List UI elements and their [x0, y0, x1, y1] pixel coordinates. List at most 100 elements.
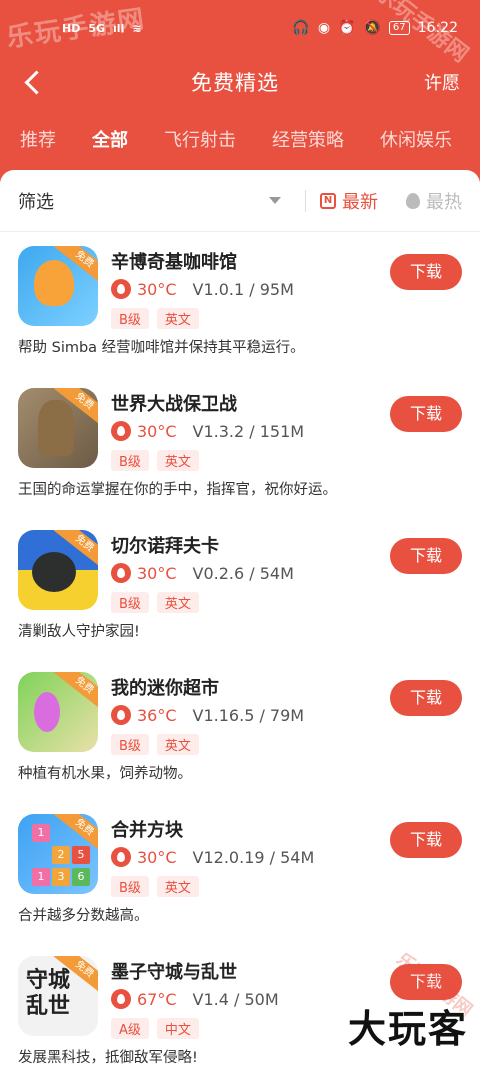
flame-icon [111, 847, 131, 867]
game-version: V1.4 / 50M [192, 989, 279, 1009]
watermark-bottom: 大玩客 [347, 1007, 468, 1051]
language-tag: 英文 [156, 308, 199, 329]
merge-cell: 5 [72, 846, 90, 864]
game-icon[interactable]: 1 2 5 1 3 6 免费 [18, 814, 98, 894]
game-icon[interactable]: 免费 [18, 388, 98, 468]
game-meta: 30°C V0.2.6 / 54M [111, 563, 294, 583]
game-list: 免费 辛博奇基咖啡馆 30°C V1.0.1 / 95M B级 英文 下载 帮助 S… [0, 232, 480, 1067]
game-version: V0.2.6 / 54M [192, 563, 294, 583]
merge-cell: 3 [52, 868, 70, 886]
game-name[interactable]: 合并方块 [111, 816, 183, 842]
game-version: V12.0.19 / 54M [192, 847, 315, 867]
merge-cell: 6 [72, 868, 90, 886]
category-tabs: 推荐 全部 飞行射击 经营策略 休闲娱乐 [0, 108, 480, 170]
language-tag: 中文 [156, 1018, 199, 1039]
game-meta: 36°C V1.16.5 / 79M [111, 705, 304, 725]
grade-tag: B级 [111, 734, 149, 755]
flame-icon [111, 279, 131, 299]
dropdown-caret-icon[interactable] [269, 197, 281, 204]
game-tags: B级 英文 [111, 592, 199, 613]
sort-newest-label: 最新 [342, 191, 378, 213]
wish-button[interactable]: 许愿 [424, 69, 460, 95]
language-tag: 英文 [156, 450, 199, 471]
game-heat: 30°C [137, 279, 177, 299]
game-list-item[interactable]: 1 2 5 1 3 6 免费 合并方块 30°C V12.0.19 / 54M B… [18, 800, 462, 942]
game-icon[interactable]: 免费 [18, 530, 98, 610]
tab-all[interactable]: 全部 [92, 126, 128, 152]
game-description: 发展黑科技，抵御敌军侵略! [18, 1050, 198, 1066]
tab-recommend[interactable]: 推荐 [20, 126, 56, 152]
game-description: 清剿敌人守护家园! [18, 624, 140, 640]
game-tags: B级 英文 [111, 308, 199, 329]
game-name[interactable]: 我的迷你超市 [111, 674, 219, 700]
game-version: V1.3.2 / 151M [192, 421, 305, 441]
grade-tag: B级 [111, 308, 149, 329]
free-badge: 免费 [53, 672, 98, 713]
grade-tag: B级 [111, 876, 149, 897]
flame-icon [406, 192, 420, 209]
download-button[interactable]: 下载 [390, 396, 462, 432]
grade-tag: B级 [111, 450, 149, 471]
game-list-item[interactable]: 免费 切尔诺拜夫卡 30°C V0.2.6 / 54M B级 英文 下载 清剿敌人守… [18, 516, 462, 658]
game-description: 合并越多分数越高。 [18, 908, 149, 924]
sort-newest-button[interactable]: N 最新 [320, 188, 378, 214]
game-tags: B级 英文 [111, 450, 199, 471]
game-meta: 67°C V1.4 / 50M [111, 989, 279, 1009]
game-name[interactable]: 辛博奇基咖啡馆 [111, 248, 237, 274]
language-tag: 英文 [156, 734, 199, 755]
tab-strategy[interactable]: 经营策略 [272, 126, 344, 152]
soldier-figure-icon [38, 400, 74, 456]
game-icon[interactable]: 守城 乱世 免费 [18, 956, 98, 1036]
game-heat: 30°C [137, 847, 177, 867]
game-icon[interactable]: 免费 [18, 672, 98, 752]
game-heat: 30°C [137, 421, 177, 441]
alarm-icon: ⏰ [338, 20, 356, 36]
game-tags: A级 中文 [111, 1018, 199, 1039]
new-icon: N [320, 192, 336, 209]
back-arrow-icon[interactable] [22, 70, 46, 94]
language-tag: 英文 [156, 592, 199, 613]
game-version: V1.0.1 / 95M [192, 279, 294, 299]
game-description: 王国的命运掌握在你的手中，指挥官，祝你好运。 [18, 482, 337, 498]
cat-figure-icon [34, 260, 74, 306]
filter-label[interactable]: 筛选 [18, 188, 269, 214]
sort-hottest-button[interactable]: 最热 [406, 188, 462, 214]
game-icon[interactable]: 免费 [18, 246, 98, 326]
download-button[interactable]: 下载 [390, 680, 462, 716]
game-list-item[interactable]: 免费 辛博奇基咖啡馆 30°C V1.0.1 / 95M B级 英文 下载 帮助 S… [18, 232, 462, 374]
tab-shooting[interactable]: 飞行射击 [164, 126, 236, 152]
flame-icon [111, 563, 131, 583]
game-name[interactable]: 世界大战保卫战 [111, 390, 237, 416]
game-heat: 67°C [137, 989, 177, 1009]
game-description: 帮助 Simba 经营咖啡馆并保持其平稳运行。 [18, 340, 305, 356]
game-list-item[interactable]: 免费 世界大战保卫战 30°C V1.3.2 / 151M B级 英文 下载 王国的… [18, 374, 462, 516]
headphones-icon: 🎧 [292, 20, 310, 36]
merge-cell: 1 [32, 868, 50, 886]
flame-icon [111, 705, 131, 725]
merge-cell: 2 [52, 846, 70, 864]
download-button[interactable]: 下载 [390, 822, 462, 858]
game-heat: 30°C [137, 563, 177, 583]
content-panel: 筛选 N 最新 最热 免费 辛博奇基咖啡馆 30°C V1.0.1 / 95M B… [0, 170, 480, 1067]
game-version: V1.16.5 / 79M [192, 705, 305, 725]
download-button[interactable]: 下载 [390, 254, 462, 290]
game-list-item[interactable]: 免费 我的迷你超市 36°C V1.16.5 / 79M B级 英文 下载 种植有机… [18, 658, 462, 800]
game-description: 种植有机水果，饲养动物。 [18, 766, 192, 782]
filter-bar: 筛选 N 最新 最热 [0, 170, 480, 232]
game-meta: 30°C V1.3.2 / 151M [111, 421, 304, 441]
game-meta: 30°C V12.0.19 / 54M [111, 847, 314, 867]
game-name[interactable]: 墨子守城与乱世 [111, 958, 237, 984]
sort-hottest-label: 最热 [426, 191, 462, 213]
download-button[interactable]: 下载 [390, 538, 462, 574]
flame-icon [111, 421, 131, 441]
game-tags: B级 英文 [111, 876, 199, 897]
game-name[interactable]: 切尔诺拜夫卡 [111, 532, 219, 558]
tab-casual[interactable]: 休闲娱乐 [380, 126, 452, 152]
mute-icon: 🔕 [363, 20, 381, 36]
page-title: 免费精选 [191, 71, 279, 95]
game-meta: 30°C V1.0.1 / 95M [111, 279, 294, 299]
bomb-icon [32, 552, 76, 592]
merge-cell: 1 [32, 824, 50, 842]
grade-tag: A级 [111, 1018, 149, 1039]
game-tags: B级 英文 [111, 734, 199, 755]
